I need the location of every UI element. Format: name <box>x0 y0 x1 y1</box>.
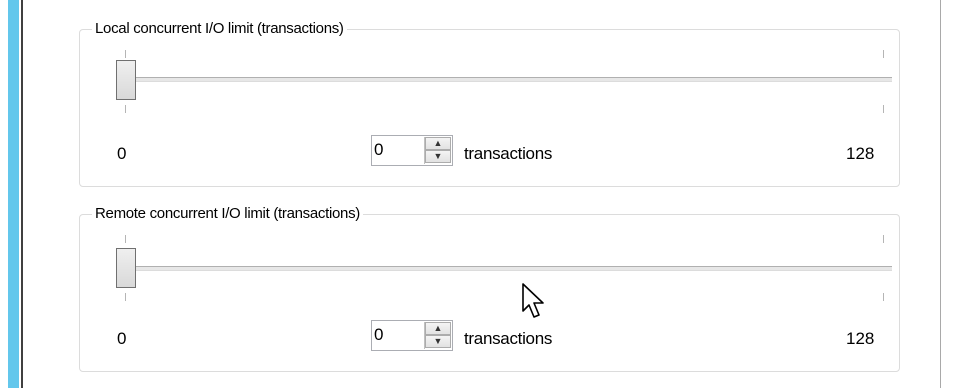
group-title: Local concurrent I/O limit (transactions… <box>92 18 347 40</box>
slider-tick-max-top <box>883 235 884 243</box>
local-io-slider-track[interactable] <box>125 77 892 82</box>
spinner-buttons: ▲ ▼ <box>424 137 451 164</box>
slider-max-label: 128 <box>846 329 875 348</box>
slider-tick-min-bottom <box>125 105 126 113</box>
right-edge-divider <box>940 0 941 388</box>
slider-min-label: 0 <box>117 329 127 348</box>
spinner-value[interactable]: 0 <box>374 325 383 345</box>
slider-tick-min-top <box>125 235 126 243</box>
slider-tick-min-bottom <box>125 293 126 301</box>
chevron-up-icon[interactable]: ▲ <box>425 322 451 335</box>
local-io-slider-thumb[interactable] <box>116 60 136 100</box>
chevron-down-icon[interactable]: ▼ <box>425 335 451 348</box>
slider-tick-max-bottom <box>883 293 884 301</box>
slider-max-label: 128 <box>846 144 875 163</box>
slider-tick-min-top <box>125 50 126 58</box>
mouse-pointer-icon <box>522 283 544 318</box>
spinner-units-label: transactions <box>464 329 553 348</box>
left-accent-bar <box>0 0 24 388</box>
remote-io-spinner[interactable]: 0 ▲ ▼ <box>371 320 453 351</box>
chevron-up-icon[interactable]: ▲ <box>425 137 451 150</box>
remote-io-slider-thumb[interactable] <box>116 248 136 288</box>
accent-strip <box>8 0 19 388</box>
group-title: Remote concurrent I/O limit (transaction… <box>92 203 363 225</box>
local-io-spinner[interactable]: 0 ▲ ▼ <box>371 135 453 166</box>
chevron-down-icon[interactable]: ▼ <box>425 150 451 163</box>
slider-tick-max-top <box>883 50 884 58</box>
remote-io-limit-group: Remote concurrent I/O limit (transaction… <box>79 203 900 372</box>
spinner-value[interactable]: 0 <box>374 140 383 160</box>
spinner-buttons: ▲ ▼ <box>424 322 451 349</box>
panel-divider <box>21 0 23 388</box>
slider-tick-max-bottom <box>883 105 884 113</box>
spinner-units-label: transactions <box>464 144 553 163</box>
slider-min-label: 0 <box>117 144 127 163</box>
remote-io-slider-track[interactable] <box>125 266 892 271</box>
local-io-limit-group: Local concurrent I/O limit (transactions… <box>79 18 900 187</box>
